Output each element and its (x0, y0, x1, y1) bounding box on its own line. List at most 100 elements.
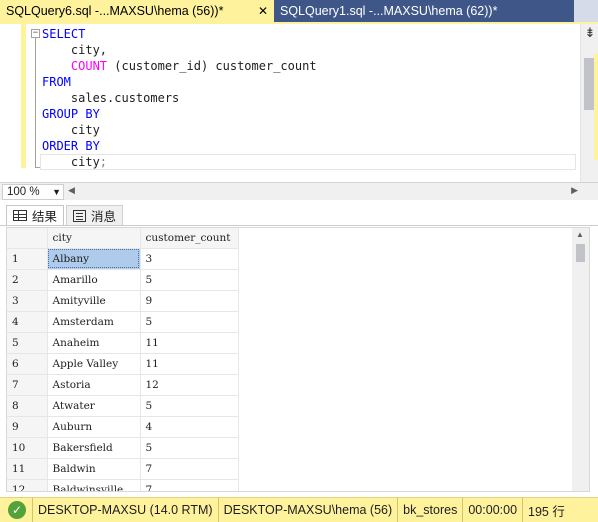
split-window-icon[interactable]: ⇟ (584, 27, 596, 41)
tab-messages-label: 消息 (91, 210, 117, 224)
cell-customer-count[interactable]: 7 (140, 458, 239, 480)
sql-keyword: GROUP BY (42, 107, 100, 121)
table-row[interactable]: 6 Apple Valley 11 (7, 353, 239, 375)
row-number[interactable]: 4 (7, 311, 48, 333)
cell-city[interactable]: Albany (47, 248, 141, 270)
cell-city[interactable]: Atwater (47, 395, 141, 417)
table-row[interactable]: 5 Anaheim 11 (7, 332, 239, 354)
code-line: SELECT (42, 26, 317, 42)
code-line: sales.customers (42, 90, 317, 106)
table-row[interactable]: 8 Atwater 5 (7, 395, 239, 417)
close-icon[interactable]: ✕ (258, 4, 268, 18)
cell-customer-count[interactable]: 5 (140, 311, 239, 333)
column-header-city[interactable]: city (47, 228, 141, 249)
connected-check-icon: ✓ (8, 501, 26, 519)
table-row[interactable]: 7 Astoria 12 (7, 374, 239, 396)
scroll-up-icon[interactable]: ▲ (576, 230, 584, 239)
row-number[interactable]: 1 (7, 248, 48, 270)
editor-vertical-scrollbar[interactable]: ⇟ (580, 24, 598, 182)
cell-city[interactable]: Anaheim (47, 332, 141, 354)
tab-sqlquery6[interactable]: SQLQuery6.sql -...MAXSU\hema (56))* ✕ (0, 0, 274, 22)
sql-code[interactable]: SELECT city, COUNT (customer_id) custome… (42, 26, 317, 170)
status-bar: ✓ DESKTOP-MAXSU (14.0 RTM) DESKTOP-MAXSU… (0, 497, 598, 522)
cell-customer-count[interactable]: 7 (140, 479, 239, 491)
tab-results-label: 结果 (32, 210, 58, 224)
grid-icon (13, 210, 27, 221)
row-number[interactable]: 11 (7, 458, 48, 480)
sql-text: city (42, 123, 100, 137)
fold-guide (35, 38, 36, 168)
table-row[interactable]: 12 Baldwinsville 7 (7, 479, 239, 491)
table-row[interactable]: 3 Amityville 9 (7, 290, 239, 312)
table-row[interactable]: 9 Auburn 4 (7, 416, 239, 438)
cell-customer-count[interactable]: 11 (140, 332, 239, 354)
cell-customer-count[interactable]: 12 (140, 374, 239, 396)
cell-city[interactable]: Baldwin (47, 458, 141, 480)
code-line: city; (42, 154, 317, 170)
code-line: city (42, 122, 317, 138)
chevron-down-icon[interactable]: ▼ (52, 185, 61, 199)
column-header-customer-count[interactable]: customer_count (140, 228, 239, 249)
results-table[interactable]: city customer_count 1 Albany 3 2 Amarillo 5 3 A… (7, 228, 239, 491)
row-number[interactable]: 6 (7, 353, 48, 375)
change-tracking-bar (21, 24, 26, 168)
status-login: DESKTOP-MAXSU\hema (56) (217, 497, 398, 522)
table-row[interactable]: 4 Amsterdam 5 (7, 311, 239, 333)
table-row[interactable]: 10 Bakersfield 5 (7, 437, 239, 459)
zoom-select[interactable]: 100 % ▼ (2, 184, 64, 200)
tab-results[interactable]: 结果 (6, 205, 65, 225)
table-row[interactable]: 1 Albany 3 (7, 248, 239, 270)
tab-label: SQLQuery1.sql -...MAXSU\hema (62))* (280, 4, 498, 18)
tab-messages[interactable]: 消息 (66, 205, 124, 225)
messages-icon (73, 209, 86, 222)
tab-sqlquery1[interactable]: SQLQuery1.sql -...MAXSU\hema (62))* (274, 0, 574, 22)
results-tab-strip: 结果 消息 (0, 200, 598, 226)
row-number[interactable]: 10 (7, 437, 48, 459)
cell-customer-count[interactable]: 9 (140, 290, 239, 312)
collapse-icon[interactable]: − (31, 29, 40, 38)
cell-city[interactable]: Astoria (47, 374, 141, 396)
change-marker (594, 54, 598, 160)
cell-city[interactable]: Amityville (47, 290, 141, 312)
cell-city[interactable]: Apple Valley (47, 353, 141, 375)
editor-horizontal-scrollbar[interactable]: ◀ ▶ (68, 185, 578, 199)
cell-city[interactable]: Auburn (47, 416, 141, 438)
cell-customer-count[interactable]: 5 (140, 437, 239, 459)
row-number[interactable]: 12 (7, 479, 48, 491)
table-row[interactable]: 2 Amarillo 5 (7, 269, 239, 291)
row-number[interactable]: 7 (7, 374, 48, 396)
cell-city[interactable]: Amsterdam (47, 311, 141, 333)
cell-customer-count[interactable]: 5 (140, 395, 239, 417)
code-line: ORDER BY (42, 138, 317, 154)
sql-keyword: SELECT (42, 27, 86, 41)
results-grid[interactable]: city customer_count 1 Albany 3 2 Amarillo 5 3 A… (6, 227, 590, 492)
cell-customer-count[interactable]: 3 (140, 248, 239, 270)
status-elapsed: 00:00:00 (462, 497, 522, 522)
scrollbar-thumb[interactable] (576, 244, 585, 262)
cell-customer-count[interactable]: 11 (140, 353, 239, 375)
header-row: city customer_count (7, 228, 239, 249)
cell-city[interactable]: Amarillo (47, 269, 141, 291)
query-editor[interactable]: − SELECT city, COUNT (customer_id) custo… (0, 24, 598, 182)
cell-city[interactable]: Baldwinsville (47, 479, 141, 491)
code-line: COUNT (customer_id) customer_count (42, 58, 317, 74)
row-number[interactable]: 9 (7, 416, 48, 438)
sql-text: city (42, 155, 100, 169)
row-number[interactable]: 2 (7, 269, 48, 291)
sql-keyword: FROM (42, 75, 71, 89)
row-number[interactable]: 5 (7, 332, 48, 354)
scroll-right-icon[interactable]: ▶ (571, 185, 578, 196)
cell-customer-count[interactable]: 5 (140, 269, 239, 291)
row-number-header[interactable] (7, 228, 48, 249)
row-number[interactable]: 8 (7, 395, 48, 417)
sql-keyword: ORDER BY (42, 139, 100, 153)
code-line: FROM (42, 74, 317, 90)
cell-city[interactable]: Bakersfield (47, 437, 141, 459)
grid-vertical-scrollbar[interactable]: ▲ (572, 228, 589, 491)
table-row[interactable]: 11 Baldwin 7 (7, 458, 239, 480)
row-number[interactable]: 3 (7, 290, 48, 312)
scroll-left-icon[interactable]: ◀ (68, 185, 75, 196)
cell-customer-count[interactable]: 4 (140, 416, 239, 438)
tab-label: SQLQuery6.sql -...MAXSU\hema (56))* (6, 4, 224, 18)
code-line: city, (42, 42, 317, 58)
